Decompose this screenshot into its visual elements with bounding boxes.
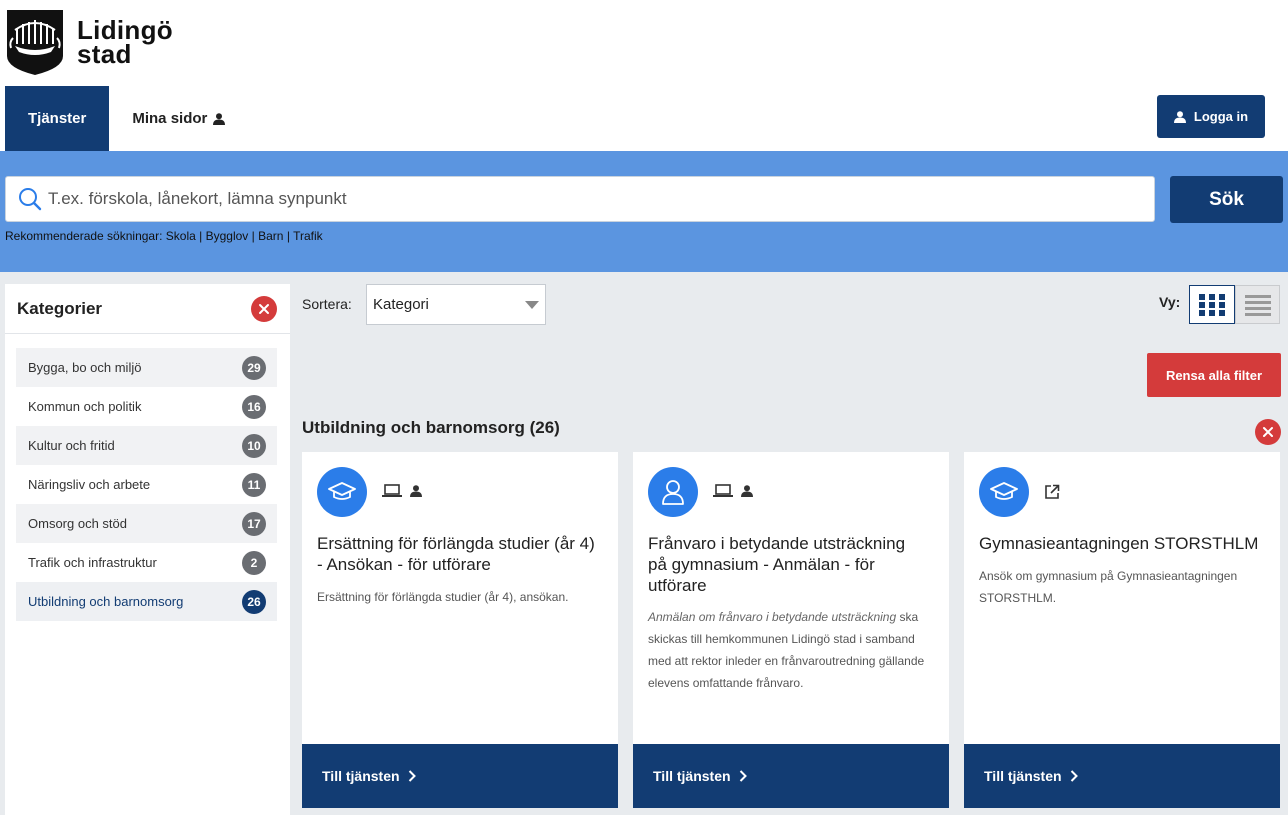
logo-wordmark: Lidingö stad bbox=[77, 15, 173, 69]
search-section: Sök Rekommenderade sökningar: Skola | By… bbox=[0, 151, 1288, 272]
card-title: Frånvaro i betydande utsträckning på gym… bbox=[648, 534, 906, 595]
card-description: Ansök om gymnasium på Gymnasieantagninge… bbox=[979, 569, 1238, 605]
recommended-link-skola[interactable]: Skola bbox=[166, 229, 196, 243]
card-title: Ersättning för förlängda studier (år 4) … bbox=[317, 534, 595, 574]
category-item-kultur[interactable]: Kultur och fritid 10 bbox=[16, 426, 277, 465]
card-icon-circle bbox=[979, 467, 1029, 517]
recommended-link-trafik[interactable]: Trafik bbox=[293, 229, 323, 243]
count-badge: 16 bbox=[242, 394, 266, 419]
service-card: Frånvaro i betydande utsträckning på gym… bbox=[633, 452, 949, 808]
service-card: Gymnasieantagningen STORSTHLM Ansök om g… bbox=[964, 452, 1280, 808]
category-sidebar: Kategorier Bygga, bo och miljö 29 Kommun… bbox=[5, 284, 290, 815]
view-label: Vy: bbox=[1159, 294, 1181, 310]
external-link-icon bbox=[1045, 484, 1060, 499]
laptop-icon bbox=[382, 484, 402, 497]
recommended-link-bygglov[interactable]: Bygglov bbox=[206, 229, 249, 243]
chevron-right-icon bbox=[408, 770, 416, 782]
sort-label: Sortera: bbox=[302, 296, 352, 312]
close-icon bbox=[1263, 427, 1273, 437]
count-badge: 26 bbox=[242, 589, 266, 614]
nav-tab-my-pages[interactable]: Mina sidor bbox=[109, 86, 248, 151]
search-icon bbox=[19, 188, 42, 211]
dropdown-caret-icon bbox=[525, 301, 539, 309]
search-input[interactable] bbox=[48, 189, 1128, 209]
card-description: Anmälan om frånvaro i betydande utsträck… bbox=[648, 610, 925, 690]
sort-select[interactable]: Kategori bbox=[366, 284, 546, 325]
service-card: Ersättning för förlängda studier (år 4) … bbox=[302, 452, 618, 808]
count-badge: 17 bbox=[242, 511, 266, 536]
count-badge: 10 bbox=[242, 433, 266, 458]
site-logo[interactable]: Lidingö stad bbox=[5, 6, 175, 78]
card-go-to-service-button[interactable]: Till tjänsten bbox=[633, 744, 949, 808]
list-icon bbox=[1244, 294, 1271, 316]
count-badge: 11 bbox=[242, 472, 266, 497]
category-item-naringsliv[interactable]: Näringsliv och arbete 11 bbox=[16, 465, 277, 504]
viking-ship-logo-icon bbox=[7, 9, 63, 75]
card-description: Ersättning för förlängda studier (år 4),… bbox=[317, 590, 569, 604]
grid-view-button[interactable] bbox=[1189, 285, 1235, 324]
person-icon bbox=[662, 480, 684, 505]
nav-tab-services[interactable]: Tjänster bbox=[5, 86, 110, 151]
main-nav: Tjänster Mina sidor bbox=[5, 86, 248, 151]
category-item-omsorg[interactable]: Omsorg och stöd 17 bbox=[16, 504, 277, 543]
grid-icon bbox=[1199, 293, 1225, 316]
clear-all-filters-button[interactable]: Rensa alla filter bbox=[1147, 353, 1281, 397]
recommended-link-barn[interactable]: Barn bbox=[258, 229, 283, 243]
login-button[interactable]: Logga in bbox=[1157, 95, 1265, 138]
category-item-trafik[interactable]: Trafik och infrastruktur 2 bbox=[16, 543, 277, 582]
recommended-searches: Rekommenderade sökningar: Skola | Bygglo… bbox=[5, 229, 323, 243]
category-list: Bygga, bo och miljö 29 Kommun och politi… bbox=[16, 348, 277, 621]
graduation-cap-icon bbox=[328, 482, 356, 500]
count-badge: 2 bbox=[242, 550, 266, 575]
user-icon bbox=[213, 112, 226, 125]
card-meta bbox=[1044, 484, 1068, 500]
section-title: Utbildning och barnomsorg (26) bbox=[302, 418, 560, 437]
sidebar-title: Kategorier bbox=[17, 298, 103, 318]
category-item-kommun[interactable]: Kommun och politik 16 bbox=[16, 387, 277, 426]
user-icon bbox=[410, 485, 422, 497]
category-item-bygga[interactable]: Bygga, bo och miljö 29 bbox=[16, 348, 277, 387]
sidebar-header: Kategorier bbox=[5, 284, 290, 334]
laptop-icon bbox=[713, 484, 733, 497]
user-icon bbox=[741, 485, 753, 497]
list-view-button[interactable] bbox=[1235, 285, 1280, 324]
card-title: Gymnasieantagningen STORSTHLM bbox=[979, 534, 1259, 553]
search-button[interactable]: Sök bbox=[1170, 176, 1283, 223]
card-meta bbox=[382, 484, 430, 498]
chevron-right-icon bbox=[1070, 770, 1078, 782]
category-item-utbildning[interactable]: Utbildning och barnomsorg 26 bbox=[16, 582, 277, 621]
graduation-cap-icon bbox=[990, 482, 1018, 500]
card-icon-circle bbox=[648, 467, 698, 517]
site-header: Lidingö stad Tjänster Mina sidor Logga i… bbox=[0, 0, 1288, 151]
search-box bbox=[5, 176, 1155, 222]
chevron-right-icon bbox=[739, 770, 747, 782]
user-icon bbox=[1173, 110, 1186, 123]
card-icon-circle bbox=[317, 467, 367, 517]
close-icon bbox=[259, 304, 269, 314]
card-meta bbox=[713, 484, 761, 498]
remove-category-filter-button[interactable] bbox=[1255, 419, 1281, 445]
count-badge: 29 bbox=[242, 355, 266, 380]
close-categories-button[interactable] bbox=[251, 296, 277, 322]
card-go-to-service-button[interactable]: Till tjänsten bbox=[964, 744, 1280, 808]
card-go-to-service-button[interactable]: Till tjänsten bbox=[302, 744, 618, 808]
